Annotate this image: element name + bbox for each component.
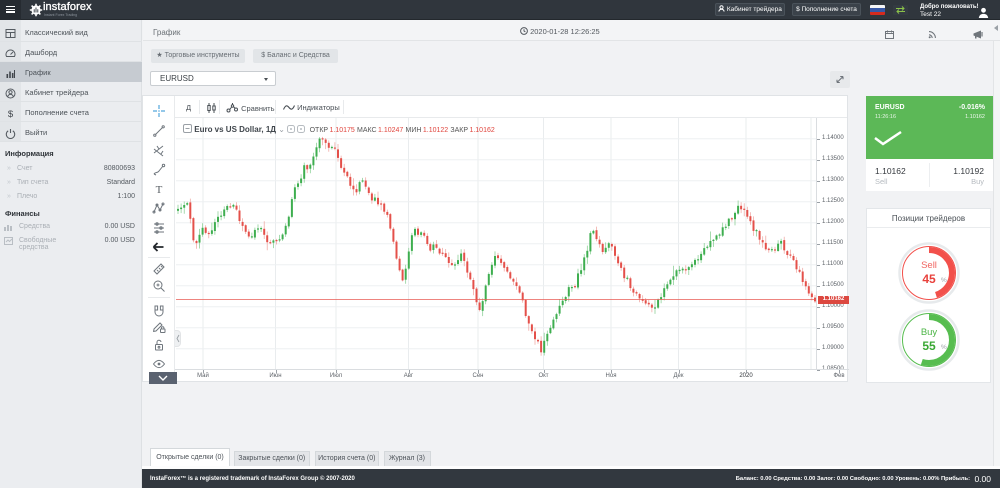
svg-text:$: $ [8, 109, 14, 119]
svg-text:Sell: Sell [921, 260, 937, 271]
svg-text:T: T [156, 184, 163, 196]
svg-text:45: 45 [922, 272, 936, 286]
svg-text:Buy: Buy [921, 327, 938, 338]
svg-text:%: % [941, 277, 947, 284]
svg-text:55: 55 [922, 339, 936, 353]
svg-text:%: % [941, 344, 947, 351]
